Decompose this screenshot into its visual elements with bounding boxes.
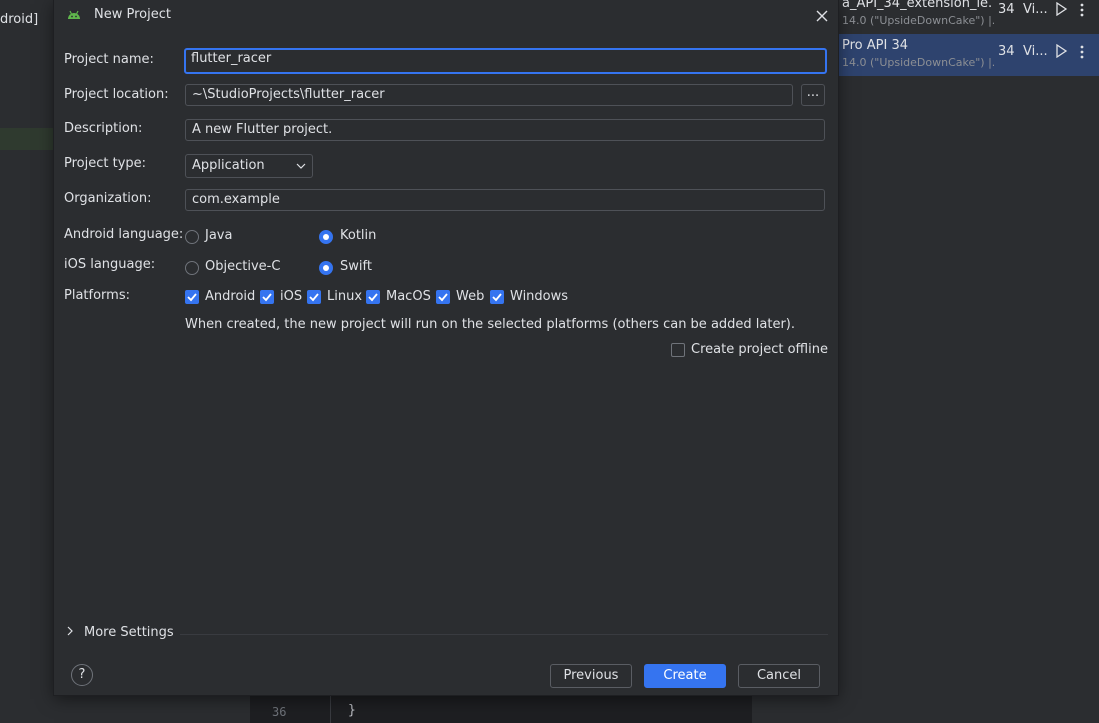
device-type: Vi... [1023,44,1048,59]
new-project-dialog: New Project Project name: flutter_racer … [54,0,838,695]
line-number: 36 [272,705,287,719]
ios-language-label: iOS language: [64,257,156,272]
checkbox-create-offline[interactable] [671,343,685,357]
more-settings-divider [180,634,828,635]
editor-gutter-divider [330,694,331,723]
more-settings-label: More Settings [84,625,174,640]
device-subtitle: 14.0 ("UpsideDownCake") |... [842,56,994,69]
code-editor: 36 } [250,694,752,723]
browse-button[interactable]: ... [801,84,825,106]
device-api: 34 [998,2,1015,17]
code-line: } [348,703,356,718]
checkbox-android[interactable] [185,290,199,304]
checkbox-web-label: Web [456,289,485,304]
device-name: a_API_34_extension_le... [842,0,992,11]
checkbox-create-offline-label: Create project offline [691,342,828,357]
device-subtitle: 14.0 ("UpsideDownCake") |... [842,14,994,27]
radio-java-label: Java [205,228,233,243]
device-api: 34 [998,44,1015,59]
checkbox-windows-label: Windows [510,289,569,304]
checkbox-windows[interactable] [490,290,504,304]
project-location-label: Project location: [64,87,169,102]
device-name: Pro API 34 [842,38,908,53]
radio-objective-c-label: Objective-C [205,259,281,274]
more-vertical-icon[interactable] [1078,44,1086,60]
help-button[interactable]: ? [71,664,93,686]
chevron-down-icon [296,163,306,169]
checkbox-linux[interactable] [307,290,321,304]
more-vertical-icon[interactable] [1078,2,1086,18]
description-input[interactable]: A new Flutter project. [185,119,825,141]
platforms-hint: When created, the new project will run o… [185,317,796,332]
radio-kotlin-label: Kotlin [340,228,377,243]
play-icon[interactable] [1054,2,1068,16]
more-settings-toggle[interactable]: More Settings [66,625,174,640]
checkbox-ios[interactable] [260,290,274,304]
project-name-label: Project name: [64,52,154,67]
checkbox-linux-label: Linux [327,289,363,304]
device-row[interactable]: a_API_34_extension_le... 14.0 ("UpsideDo… [838,0,1099,34]
checkbox-macos[interactable] [366,290,380,304]
radio-swift-label: Swift [340,259,372,274]
selected-tree-row [0,128,54,150]
ide-left-panel: droid] [0,0,54,723]
create-button[interactable]: Create [644,664,726,688]
checkbox-ios-label: iOS [280,289,303,304]
previous-button[interactable]: Previous [550,664,632,688]
project-type-select[interactable]: Application [185,154,313,178]
organization-input[interactable]: com.example [185,189,825,211]
dialog-title: New Project [94,7,171,22]
android-language-label: Android language: [64,227,184,242]
cancel-button[interactable]: Cancel [738,664,820,688]
device-manager-panel: a_API_34_extension_le... 14.0 ("UpsideDo… [838,0,1099,723]
checkbox-web[interactable] [436,290,450,304]
organization-label: Organization: [64,191,152,206]
project-type-label: Project type: [64,156,147,171]
device-row-selected[interactable]: Pro API 34 14.0 ("UpsideDownCake") |... … [838,34,1099,76]
project-location-input[interactable]: ~\StudioProjects\flutter_racer [185,84,793,106]
radio-java[interactable] [185,230,199,244]
chevron-right-icon [67,626,73,636]
close-icon[interactable] [814,8,830,24]
checkbox-android-label: Android [205,289,256,304]
radio-swift[interactable] [319,261,333,275]
description-label: Description: [64,121,143,136]
radio-kotlin[interactable] [319,230,333,244]
radio-objective-c[interactable] [185,261,199,275]
android-icon [68,10,80,19]
project-name-input[interactable]: flutter_racer [184,48,827,74]
checkbox-macos-label: MacOS [386,289,431,304]
device-type: Vi... [1023,2,1048,17]
play-icon[interactable] [1054,44,1068,58]
project-view-title: droid] [0,12,39,27]
project-type-value: Application [192,158,265,173]
platforms-label: Platforms: [64,288,130,303]
